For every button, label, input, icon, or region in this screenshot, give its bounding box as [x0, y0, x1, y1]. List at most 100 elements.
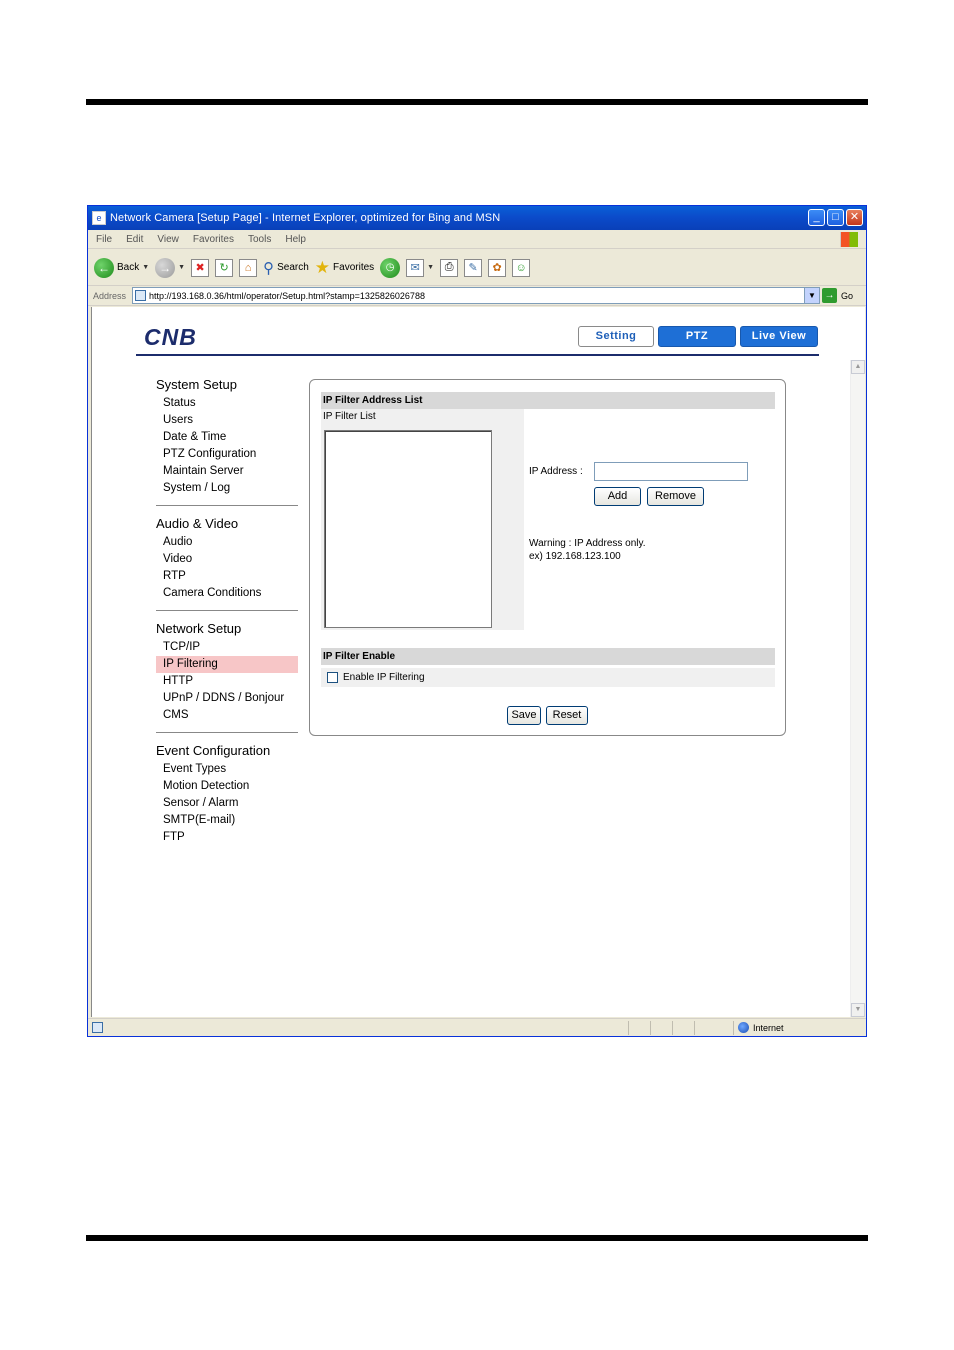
browser-window: e Network Camera [Setup Page] - Internet…: [87, 205, 867, 1037]
status-divider: [650, 1021, 651, 1035]
reset-button[interactable]: Reset: [546, 706, 588, 725]
sidebar-item-cms[interactable]: CMS: [156, 707, 298, 724]
maximize-button[interactable]: □: [827, 209, 844, 226]
sidebar-item-ip-filtering[interactable]: IP Filtering: [156, 656, 298, 673]
menu-tools[interactable]: Tools: [248, 234, 271, 245]
page-status-icon: [92, 1022, 103, 1033]
warning-example: ex) 192.168.123.100: [529, 551, 621, 562]
group-system-setup: System Setup: [156, 377, 237, 392]
status-bar: Internet: [88, 1018, 866, 1036]
address-dropdown-icon[interactable]: ▼: [804, 288, 819, 303]
security-zone: Internet: [738, 1022, 784, 1033]
enable-ip-filtering-label: Enable IP Filtering: [343, 672, 425, 683]
sidebar-item-status[interactable]: Status: [156, 395, 298, 412]
vertical-scrollbar[interactable]: ▲ ▼: [850, 360, 865, 1017]
search-button[interactable]: ⚲ Search: [263, 259, 309, 277]
scroll-down-icon[interactable]: ▼: [851, 1003, 865, 1017]
sidebar-item-upnp-ddns-bonjour[interactable]: UPnP / DDNS / Bonjour: [156, 690, 298, 707]
setting-tab[interactable]: Setting: [578, 326, 654, 347]
home-icon[interactable]: ⌂: [239, 258, 258, 277]
discuss-icon[interactable]: ✿: [488, 258, 507, 277]
header-divider: [136, 354, 819, 356]
group-event-configuration: Event Configuration: [156, 743, 271, 758]
messenger-icon[interactable]: ☺: [512, 258, 531, 277]
stop-icon[interactable]: ✖: [191, 258, 210, 277]
forward-arrow-icon: →: [155, 257, 176, 278]
sidebar-item-ftp[interactable]: FTP: [156, 829, 298, 846]
sidebar-item-tcp-ip[interactable]: TCP/IP: [156, 639, 298, 656]
title-bar[interactable]: e Network Camera [Setup Page] - Internet…: [88, 206, 866, 230]
search-label: Search: [277, 262, 309, 273]
setup-sidebar: System Setup Status Users Date & Time PT…: [156, 377, 298, 846]
print-icon[interactable]: ⎙: [440, 258, 459, 277]
filter-list-label: IP Filter List: [323, 411, 376, 422]
favorites-button[interactable]: ★ Favorites: [315, 258, 374, 278]
address-bar: Address http://193.168.0.36/html/operato…: [88, 286, 866, 306]
page-content: CNB Setting PTZ Live View System Setup S…: [91, 307, 865, 1017]
status-divider: [628, 1021, 629, 1035]
sidebar-item-sensor-alarm[interactable]: Sensor / Alarm: [156, 795, 298, 812]
refresh-icon[interactable]: ↻: [215, 258, 234, 277]
ip-filter-listbox[interactable]: [324, 430, 492, 628]
status-divider: [694, 1021, 695, 1035]
enable-ip-filtering-checkbox[interactable]: [327, 672, 338, 683]
mail-icon[interactable]: ✉: [406, 258, 425, 277]
sidebar-item-audio[interactable]: Audio: [156, 534, 298, 551]
live-view-tab[interactable]: Live View: [740, 326, 818, 347]
sidebar-item-maintain-server[interactable]: Maintain Server: [156, 463, 298, 480]
forward-dropdown-icon[interactable]: ▼: [178, 264, 185, 271]
toolbar: ← Back ▼ → ▼ ✖ ↻ ⌂ ⚲ Search ★ Favorites …: [88, 250, 866, 286]
sidebar-item-ptz-configuration[interactable]: PTZ Configuration: [156, 446, 298, 463]
save-button[interactable]: Save: [507, 706, 541, 725]
address-label: Address: [93, 290, 127, 301]
history-icon[interactable]: ◷: [380, 257, 401, 278]
menu-view[interactable]: View: [157, 234, 179, 245]
edit-icon[interactable]: ✎: [464, 258, 483, 277]
back-button[interactable]: ← Back ▼: [94, 257, 149, 278]
ip-filter-panel: IP Filter Address List IP Filter List IP…: [309, 379, 786, 736]
menu-file[interactable]: File: [96, 234, 112, 245]
page-icon: e: [92, 211, 106, 225]
go-button[interactable]: → Go: [822, 288, 853, 303]
ip-address-label: IP Address :: [529, 466, 583, 477]
scroll-up-icon[interactable]: ▲: [851, 360, 865, 374]
address-input[interactable]: http://193.168.0.36/html/operator/Setup.…: [132, 287, 820, 304]
sidebar-item-date-time[interactable]: Date & Time: [156, 429, 298, 446]
list-section-header: IP Filter Address List: [321, 392, 775, 409]
top-rule: [86, 99, 868, 105]
warning-text: Warning : IP Address only. ex) 192.168.1…: [529, 537, 646, 563]
remove-button[interactable]: Remove: [647, 487, 704, 506]
status-divider: [733, 1021, 734, 1035]
windows-logo-icon: [840, 232, 858, 247]
mail-dropdown-icon[interactable]: ▼: [427, 264, 434, 271]
sidebar-item-camera-conditions[interactable]: Camera Conditions: [156, 585, 298, 602]
search-icon: ⚲: [263, 259, 275, 277]
sidebar-item-event-types[interactable]: Event Types: [156, 761, 298, 778]
sidebar-item-smtp[interactable]: SMTP(E-mail): [156, 812, 298, 829]
sidebar-divider: [156, 505, 298, 506]
go-arrow-icon: →: [822, 288, 837, 303]
back-dropdown-icon[interactable]: ▼: [142, 264, 149, 271]
menu-favorites[interactable]: Favorites: [193, 234, 234, 245]
sidebar-item-video[interactable]: Video: [156, 551, 298, 568]
sidebar-divider: [156, 732, 298, 733]
group-audio-video: Audio & Video: [156, 516, 239, 531]
ip-address-input[interactable]: [594, 462, 748, 481]
add-button[interactable]: Add: [594, 487, 641, 506]
ptz-tab[interactable]: PTZ: [658, 326, 736, 347]
sidebar-item-http[interactable]: HTTP: [156, 673, 298, 690]
close-button[interactable]: ✕: [846, 209, 863, 226]
back-arrow-icon: ←: [94, 257, 114, 278]
minimize-button[interactable]: _: [808, 209, 825, 226]
menu-help[interactable]: Help: [285, 234, 306, 245]
sidebar-item-system-log[interactable]: System / Log: [156, 480, 298, 497]
sidebar-item-rtp[interactable]: RTP: [156, 568, 298, 585]
sidebar-item-users[interactable]: Users: [156, 412, 298, 429]
forward-button[interactable]: → ▼: [155, 257, 185, 278]
menu-edit[interactable]: Edit: [126, 234, 143, 245]
zone-label: Internet: [753, 1022, 784, 1033]
enable-section-header: IP Filter Enable: [321, 648, 775, 665]
sidebar-item-motion-detection[interactable]: Motion Detection: [156, 778, 298, 795]
warning-line: Warning : IP Address only.: [529, 538, 646, 549]
address-url: http://193.168.0.36/html/operator/Setup.…: [149, 290, 425, 301]
